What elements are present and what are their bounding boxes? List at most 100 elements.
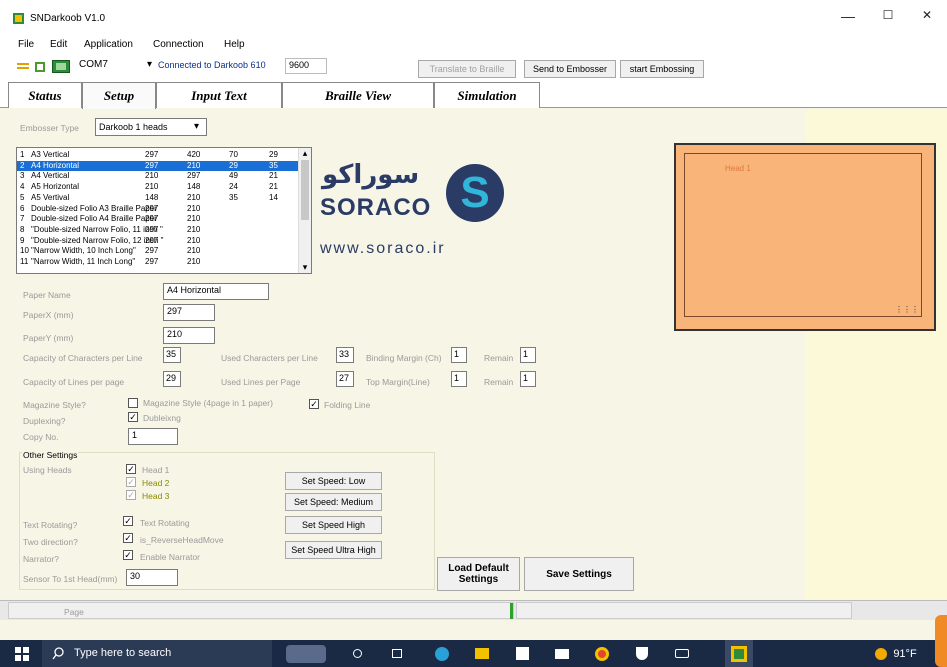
mail-icon[interactable]	[550, 640, 574, 667]
menu-help[interactable]: Help	[224, 39, 245, 50]
chrome-icon[interactable]	[590, 640, 614, 667]
list-cell: 10	[20, 246, 29, 256]
duplexing-checkbox[interactable]: ✓	[128, 412, 138, 422]
head3-checkbox[interactable]: ✓	[126, 490, 136, 500]
capacity-lines-input[interactable]: 29	[163, 371, 181, 387]
list-cell: 24	[229, 182, 238, 192]
resize-grip-icon[interactable]: ⋮⋮⋮	[895, 305, 919, 314]
translate-braille-button[interactable]: Translate to Braille	[418, 60, 516, 78]
tab-status[interactable]: Status	[8, 82, 82, 108]
paper-size-list[interactable]: 1 A3 Vertical 297 420 70 29 2 A4 Horizontal 297 2…	[16, 147, 312, 274]
weather-tray[interactable]: 91°F	[866, 640, 926, 667]
list-cell: 297	[145, 257, 159, 266]
tab-input-text[interactable]: Input Text	[156, 82, 282, 108]
save-settings-button[interactable]: Save Settings	[524, 557, 634, 591]
taskbar-search[interactable]: Type here to search	[42, 640, 272, 667]
media-icon[interactable]	[670, 640, 694, 667]
minimize-button[interactable]: —	[833, 8, 863, 24]
close-button[interactable]: ✕	[912, 8, 942, 22]
head1-checkbox[interactable]: ✓	[126, 464, 136, 474]
list-item[interactable]: 5 A5 Vertival 148 210 35 14	[17, 193, 299, 203]
chevron-down-icon[interactable]: ▾	[147, 59, 152, 70]
weather-widget-icon[interactable]	[278, 640, 334, 667]
sensor-label: Sensor To 1st Head(mm)	[23, 574, 118, 584]
speed-low-button[interactable]: Set Speed: Low	[285, 472, 382, 490]
binding-margin-input[interactable]: 1	[451, 347, 467, 363]
connect-icon[interactable]	[52, 60, 70, 73]
list-item[interactable]: 8 "Double-sized Narrow Folio, 11 inch " 29…	[17, 225, 299, 235]
text-rotating-text: Text Rotating	[140, 518, 190, 528]
list-cell: 297	[187, 171, 201, 181]
list-item[interactable]: 4 A5 Horizontal 210 148 24 21	[17, 182, 299, 192]
embosser-type-select[interactable]: Darkoob 1 heads	[95, 118, 207, 136]
paper-y-label: PaperY (mm)	[23, 333, 74, 343]
scroll-thumb[interactable]	[301, 160, 309, 220]
menu-file[interactable]: File	[18, 39, 34, 50]
list-item[interactable]: 6 Double-sized Folio A3 Braille Paper 297 2…	[17, 204, 299, 214]
tab-braille-view[interactable]: Braille View	[282, 82, 434, 108]
menu-lines-icon[interactable]	[16, 60, 30, 73]
app-window: SNDarkoob V1.0 — ☐ ✕ File Edit Applicati…	[0, 0, 947, 640]
text-rotating-checkbox[interactable]: ✓	[123, 516, 133, 526]
sun-icon	[875, 647, 888, 660]
list-item[interactable]: 2 A4 Horizontal 297 210 29 35	[17, 160, 299, 171]
baud-input[interactable]: 9600	[285, 58, 327, 74]
chevron-down-icon[interactable]: ▾	[194, 121, 199, 132]
folding-line-checkbox[interactable]: ✓	[309, 399, 319, 409]
tab-simulation[interactable]: Simulation	[434, 82, 540, 108]
embosser-type-label: Embosser Type	[20, 123, 79, 133]
copy-no-input[interactable]: 1	[128, 428, 178, 445]
scroll-down-icon[interactable]: ▾	[299, 262, 311, 273]
magazine-style-checkbox[interactable]	[128, 398, 138, 408]
reverse-head-checkbox[interactable]: ✓	[123, 533, 133, 543]
cortana-icon[interactable]	[345, 640, 369, 667]
logo-persian-text: سوراکو	[322, 160, 420, 190]
top-margin-input[interactable]: 1	[451, 371, 467, 387]
list-item[interactable]: 3 A4 Vertical 210 297 49 21	[17, 171, 299, 181]
sndarkoob-taskbar-icon[interactable]	[725, 640, 753, 667]
list-cell: 297	[145, 224, 159, 234]
open-file-icon[interactable]	[34, 60, 48, 73]
speed-medium-button[interactable]: Set Speed: Medium	[285, 493, 382, 511]
list-item[interactable]: 10 "Narrow Width, 10 Inch Long" 297 210	[17, 246, 299, 256]
used-chars-input[interactable]: 33	[336, 347, 354, 363]
tab-setup[interactable]: Setup	[82, 82, 156, 109]
remain2-value: 1	[520, 371, 536, 387]
list-cell: 3	[20, 171, 25, 181]
menu-edit[interactable]: Edit	[50, 39, 67, 50]
list-cell: 11	[20, 257, 29, 266]
start-icon[interactable]	[8, 640, 36, 667]
maximize-button[interactable]: ☐	[873, 8, 903, 22]
capacity-chars-input[interactable]: 35	[163, 347, 181, 363]
logo-url: www.soraco.ir	[320, 240, 446, 257]
used-lines-input[interactable]: 27	[336, 371, 354, 387]
send-embosser-button[interactable]: Send to Embosser	[524, 60, 616, 78]
paper-x-input[interactable]: 297	[163, 304, 215, 321]
port-select[interactable]: COM7	[76, 58, 146, 75]
store-icon[interactable]	[510, 640, 534, 667]
logo-latin-text: SORACO	[320, 194, 432, 221]
list-item[interactable]: 7 Double-sized Folio A4 Braille Paper 297 2…	[17, 214, 299, 224]
narrator-checkbox[interactable]: ✓	[123, 550, 133, 560]
start-embossing-button[interactable]: start Embossing	[620, 60, 704, 78]
edge-icon[interactable]	[430, 640, 454, 667]
paper-name-input[interactable]: A4 Horizontal	[163, 283, 269, 300]
menu-connection[interactable]: Connection	[153, 39, 204, 50]
folding-line-text: Folding Line	[324, 400, 371, 410]
file-explorer-icon[interactable]	[470, 640, 494, 667]
load-default-button[interactable]: Load Default Settings	[437, 557, 520, 591]
list-scrollbar[interactable]: ▴ ▾	[298, 148, 311, 273]
list-item[interactable]: 9 "Double-sized Narrow Folio, 12 inch " 29…	[17, 236, 299, 246]
menu-application[interactable]: Application	[84, 39, 133, 50]
sensor-input[interactable]: 30	[126, 569, 178, 586]
paper-y-input[interactable]: 210	[163, 327, 215, 344]
speed-ultra-high-button[interactable]: Set Speed Ultra High	[285, 541, 382, 559]
list-item[interactable]: 1 A3 Vertical 297 420 70 29	[17, 150, 299, 160]
head2-checkbox[interactable]: ✓	[126, 477, 136, 487]
speed-high-button[interactable]: Set Speed High	[285, 516, 382, 534]
list-item[interactable]: 11 "Narrow Width, 11 Inch Long" 297 210	[17, 257, 299, 267]
list-cell: 21	[269, 182, 278, 192]
security-icon[interactable]	[630, 640, 654, 667]
task-view-icon[interactable]	[385, 640, 409, 667]
scroll-up-icon[interactable]: ▴	[299, 148, 311, 158]
